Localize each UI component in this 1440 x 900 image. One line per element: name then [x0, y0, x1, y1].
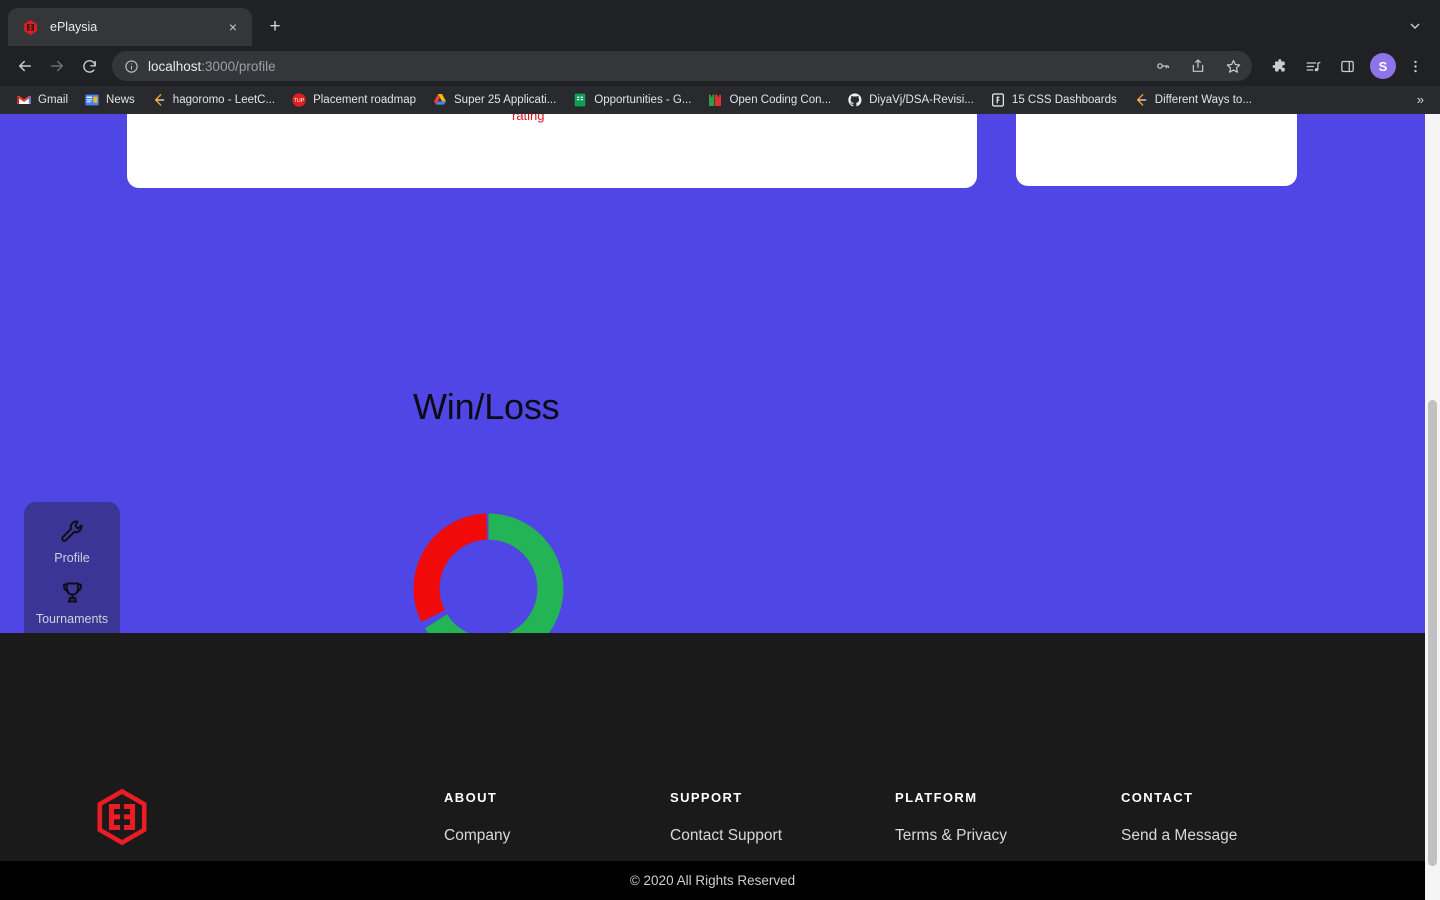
- leetcode-icon: [1133, 92, 1149, 108]
- address-bar[interactable]: localhost:3000/profile: [112, 51, 1252, 81]
- bookmark-item[interactable]: Super 25 Applicati...: [424, 89, 564, 111]
- url-path: :3000/profile: [201, 58, 276, 74]
- side-panel-icon[interactable]: [1332, 51, 1362, 81]
- bookmark-item[interactable]: Opportunities - G...: [564, 89, 699, 111]
- share-icon[interactable]: [1185, 53, 1211, 79]
- new-tab-button[interactable]: +: [260, 12, 290, 42]
- sheets-icon: [572, 92, 588, 108]
- copyright-text: © 2020 All Rights Reserved: [629, 873, 796, 888]
- reload-icon[interactable]: [74, 51, 104, 81]
- key-icon[interactable]: [1150, 53, 1176, 79]
- info-circle-icon[interactable]: [124, 59, 139, 74]
- footer-column-heading: ABOUT: [444, 790, 498, 805]
- extensions-icon[interactable]: [1264, 51, 1294, 81]
- tab-title: ePlaysia: [50, 20, 98, 34]
- google-news-icon: [84, 92, 100, 108]
- three-dots-vertical-icon[interactable]: [1400, 51, 1430, 81]
- bookmark-label: Gmail: [38, 93, 69, 106]
- footer-column-heading: PLATFORM: [895, 790, 978, 805]
- bookmarks-overflow-button[interactable]: »: [1409, 92, 1432, 107]
- footer-link[interactable]: Company: [444, 827, 510, 845]
- sidebar-item-label: Tournaments: [35, 612, 109, 626]
- copyright-bar: © 2020 All Rights Reserved: [0, 861, 1425, 900]
- footer-column-heading: SUPPORT: [670, 790, 743, 805]
- page-content: rating Win/Loss Profile Tournaments ABOU…: [0, 114, 1425, 900]
- leetcode-icon: [151, 92, 167, 108]
- bookmark-label: DiyaVj/DSA-Revisi...: [869, 93, 974, 106]
- trophy-icon: [59, 579, 86, 606]
- bookmark-item[interactable]: TUP Placement roadmap: [283, 89, 424, 111]
- forward-arrow-icon[interactable]: [42, 51, 72, 81]
- svg-text:TUP: TUP: [294, 98, 305, 104]
- bookmark-label: Placement roadmap: [313, 93, 416, 106]
- media-control-icon[interactable]: [1298, 51, 1328, 81]
- gmail-icon: [16, 92, 32, 108]
- url-host: localhost: [148, 58, 202, 74]
- github-icon: [847, 92, 863, 108]
- chevron-down-icon[interactable]: [1398, 9, 1432, 43]
- bookmark-item[interactable]: hagoromo - LeetC...: [143, 89, 283, 111]
- bookmark-item[interactable]: Different Ways to...: [1125, 89, 1260, 111]
- eplaysia-hex-logo-icon: [22, 19, 39, 36]
- bookmark-label: hagoromo - LeetC...: [172, 93, 276, 106]
- wrench-icon: [59, 518, 86, 545]
- footer-link[interactable]: Contact Support: [670, 827, 789, 845]
- bookmarks-bar: Gmail News hagoromo - LeetC... TUP Place…: [0, 86, 1440, 114]
- bookmark-label: News: [106, 93, 135, 106]
- back-arrow-icon[interactable]: [10, 51, 40, 81]
- star-icon[interactable]: [1220, 53, 1246, 79]
- calendar-icon: [707, 92, 723, 108]
- bookmark-label: Opportunities - G...: [594, 93, 692, 106]
- site-footer: Get. Set. Game.: [0, 633, 1425, 900]
- browser-window: ePlaysia × + localhost:3000/profile S Gm…: [0, 0, 1440, 900]
- tup-icon: TUP: [291, 92, 307, 108]
- page-title: Win/Loss: [413, 386, 560, 427]
- figma-file-icon: [990, 92, 1006, 108]
- bookmark-item[interactable]: Open Coding Con...: [699, 89, 839, 111]
- chart-legend-rating: rating: [512, 114, 545, 123]
- bookmark-item[interactable]: News: [76, 89, 143, 111]
- bookmark-label: 15 CSS Dashboards: [1011, 93, 1117, 106]
- footer-link[interactable]: Terms & Privacy: [895, 827, 1007, 845]
- close-icon[interactable]: ×: [224, 18, 242, 36]
- tab-strip: ePlaysia × +: [0, 0, 1440, 46]
- browser-tab[interactable]: ePlaysia ×: [8, 8, 252, 46]
- profile-avatar[interactable]: S: [1370, 53, 1396, 79]
- sidebar-item-tournaments[interactable]: Tournaments: [24, 579, 120, 626]
- bookmark-label: Super 25 Applicati...: [454, 93, 557, 106]
- sidebar-item-profile[interactable]: Profile: [24, 518, 120, 565]
- stats-card-right: [1016, 114, 1297, 186]
- stats-card-left: [127, 114, 977, 188]
- footer-link[interactable]: Send a Message: [1121, 827, 1238, 845]
- bookmark-item[interactable]: DiyaVj/DSA-Revisi...: [839, 89, 982, 111]
- browser-toolbar: localhost:3000/profile S: [0, 46, 1440, 86]
- footer-column-heading: CONTACT: [1121, 790, 1194, 805]
- vertical-scrollbar[interactable]: [1425, 114, 1440, 900]
- bookmark-label: Different Ways to...: [1154, 93, 1252, 106]
- bookmark-label: Open Coding Con...: [729, 93, 832, 106]
- drive-icon: [432, 92, 448, 108]
- sidebar-item-label: Profile: [54, 551, 90, 565]
- footer-inner: Get. Set. Game.: [0, 633, 1425, 900]
- scrollbar-thumb[interactable]: [1428, 400, 1437, 866]
- page-viewport: rating Win/Loss Profile Tournaments ABOU…: [0, 114, 1440, 900]
- bookmark-item[interactable]: Gmail: [8, 89, 76, 111]
- url-text: localhost:3000/profile: [148, 59, 276, 74]
- eplaysia-hex-logo-icon: [93, 788, 151, 851]
- bookmark-item[interactable]: 15 CSS Dashboards: [982, 89, 1125, 111]
